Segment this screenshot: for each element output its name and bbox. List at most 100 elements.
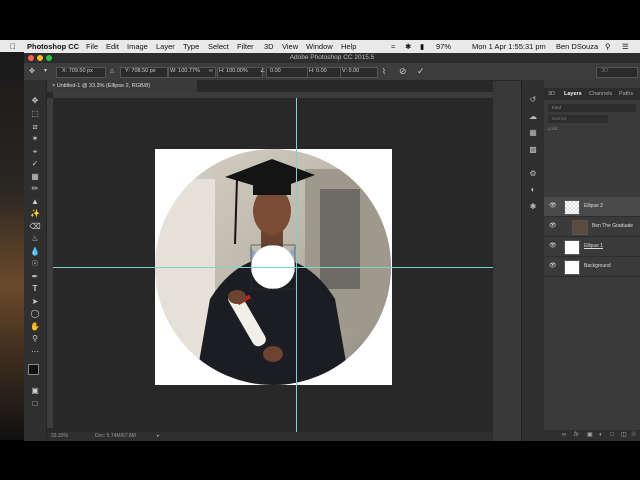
crop-tool-icon[interactable]: ⌖ (28, 146, 42, 157)
quick-mask-icon[interactable]: ▣ (28, 385, 42, 396)
adjustment-layer-icon[interactable]: ◐ (599, 430, 603, 441)
tab-3d[interactable]: 3D (548, 88, 555, 100)
eye-icon[interactable]: 👁 (549, 257, 557, 276)
swatches-panel-icon[interactable]: ▩ (527, 144, 539, 156)
app-menu[interactable]: Photoshop CC (27, 40, 79, 53)
lasso-tool-icon[interactable]: ⧄ (28, 121, 42, 132)
clone-stamp-tool-icon[interactable]: ▲ (28, 196, 42, 207)
pen-tool-icon[interactable]: ✒ (28, 271, 42, 282)
document-tab-title: Untitled-1 @ 33.3% (Ellipse 2, RGB/8) (56, 83, 151, 89)
wifi-icon[interactable]: ≈ (391, 40, 395, 53)
hand-tool-icon[interactable]: ✋ (28, 321, 42, 332)
eye-icon[interactable]: 👁 (549, 197, 557, 216)
spotlight-icon[interactable]: ⚲ (605, 40, 611, 53)
libraries-panel-icon[interactable]: ☁ (527, 111, 539, 123)
screen-mode-icon[interactable]: □ (28, 398, 42, 409)
add-mask-icon[interactable]: ▣ (587, 430, 593, 441)
layer-filter-dropdown[interactable]: Kind (548, 104, 636, 112)
eraser-tool-icon[interactable]: ⌫ (28, 221, 42, 232)
eye-icon[interactable]: 👁 (549, 217, 557, 236)
menu-type[interactable]: Type (183, 40, 199, 53)
layer-row[interactable]: 👁 Ellipse 1 (544, 237, 640, 257)
zoom-level[interactable]: 33.33% (51, 432, 68, 441)
clock[interactable]: Mon 1 Apr 1:55:31 pm (472, 40, 546, 53)
layer-name[interactable]: Ellipse 2 (584, 197, 603, 216)
properties-panel-icon[interactable]: ⚙ (527, 168, 539, 180)
layer-name[interactable]: Ben The Graduate (592, 217, 633, 236)
menu-help[interactable]: Help (341, 40, 356, 53)
adjustments-panel-icon[interactable]: ◐ (527, 184, 539, 196)
paint-bucket-tool-icon[interactable]: ♨ (28, 233, 42, 244)
tab-channels[interactable]: Channels (589, 88, 612, 100)
layer-thumbnail (564, 260, 580, 275)
history-brush-tool-icon[interactable]: ✨ (28, 208, 42, 219)
move-tool-icon[interactable]: ✥ (28, 95, 42, 106)
document-size: Doc: 5.74M/67.8M (95, 433, 136, 439)
eye-icon[interactable]: 👁 (549, 237, 557, 256)
eyedropper-tool-icon[interactable]: ✓ (28, 158, 42, 169)
foreground-color-swatch[interactable] (28, 364, 39, 375)
horizontal-guide[interactable] (53, 267, 493, 268)
history-panel-icon[interactable]: ↺ (527, 94, 539, 106)
fx-icon[interactable]: fx (574, 430, 579, 441)
marquee-tool-icon[interactable]: ⬚ (28, 108, 42, 119)
preset-dropdown-icon[interactable]: ▾ (44, 63, 47, 80)
blend-mode-label: Normal (552, 116, 567, 121)
zoom-tool-icon[interactable]: ⚲ (28, 333, 42, 344)
document-tab[interactable]: × Untitled-1 @ 33.3% (Ellipse 2, RGB/8) (47, 80, 197, 92)
close-button[interactable] (28, 55, 34, 61)
menu-image[interactable]: Image (127, 40, 148, 53)
vertical-guide[interactable] (296, 98, 297, 432)
layer-row[interactable]: 👁 Background (544, 257, 640, 277)
y-value: Y: 708.50 px (125, 68, 156, 74)
horizontal-ruler[interactable] (53, 92, 493, 98)
battery-icon[interactable]: ▮ (420, 40, 424, 53)
move-tool-preset-icon[interactable]: ✥ (29, 63, 35, 80)
warp-icon[interactable]: ⌇ (382, 63, 386, 80)
notification-center-icon[interactable]: ☰ (622, 40, 629, 53)
more-tools-icon[interactable]: ⋯ (28, 346, 42, 357)
color-panel-icon[interactable]: ▦ (527, 127, 539, 139)
menu-window[interactable]: Window (306, 40, 333, 53)
bluetooth-icon[interactable]: ✱ (405, 40, 411, 53)
new-layer-icon[interactable]: ◫ (621, 430, 627, 441)
window-title: Adobe Photoshop CC 2015.5 (289, 54, 375, 61)
link-icon[interactable]: ∞ (209, 63, 213, 80)
menu-select[interactable]: Select (208, 40, 229, 53)
styles-panel-icon[interactable]: ✱ (527, 201, 539, 213)
layer-name[interactable]: Background (584, 257, 611, 276)
healing-brush-tool-icon[interactable]: ▦ (28, 171, 42, 182)
menu-file[interactable]: File (86, 40, 98, 53)
layer-row[interactable]: 👁 Ben The Graduate (544, 217, 640, 237)
quick-select-tool-icon[interactable]: ✶ (28, 133, 42, 144)
path-selection-tool-icon[interactable]: ➤ (28, 296, 42, 307)
ellipse-tool-icon[interactable]: ◯ (28, 308, 42, 319)
brush-tool-icon[interactable]: ✏ (28, 183, 42, 194)
zoom-button[interactable] (46, 55, 52, 61)
dodge-tool-icon[interactable]: ☉ (28, 258, 42, 269)
trash-icon[interactable]: ♲ (631, 430, 636, 441)
status-arrow-icon[interactable]: ▸ (157, 432, 160, 441)
menu-view[interactable]: View (282, 40, 298, 53)
layer-row[interactable]: 👁 Ellipse 2 (544, 197, 640, 217)
tools-panel: ✥ ⬚ ⧄ ✶ ⌖ ✓ ▦ ✏ ▲ ✨ ⌫ ♨ 💧 ☉ ✒ T ➤ ◯ ✋ ⚲ … (24, 80, 47, 441)
vertical-ruler[interactable] (47, 98, 53, 428)
h-skew-value: H: 0.00 (309, 68, 327, 74)
blend-mode-dropdown[interactable]: Normal (548, 115, 608, 123)
link-layers-icon[interactable]: ∞ (562, 430, 566, 441)
blur-tool-icon[interactable]: 💧 (28, 246, 42, 257)
minimize-button[interactable] (37, 55, 43, 61)
new-group-icon[interactable]: □ (610, 430, 614, 441)
menu-layer[interactable]: Layer (156, 40, 175, 53)
tab-paths[interactable]: Paths (619, 88, 633, 100)
layer-name[interactable]: Ellipse 1 (584, 237, 603, 256)
menu-3d[interactable]: 3D (264, 40, 274, 53)
cancel-transform-icon[interactable]: ⊘ (399, 63, 407, 80)
menu-edit[interactable]: Edit (106, 40, 119, 53)
type-tool-icon[interactable]: T (28, 283, 42, 294)
menu-filter[interactable]: Filter (237, 40, 254, 53)
commit-transform-icon[interactable]: ✓ (417, 63, 425, 80)
user-menu[interactable]: Ben DSouza (556, 40, 598, 53)
tab-layers[interactable]: Layers (564, 88, 582, 100)
delta-icon[interactable]: △ (110, 63, 114, 80)
